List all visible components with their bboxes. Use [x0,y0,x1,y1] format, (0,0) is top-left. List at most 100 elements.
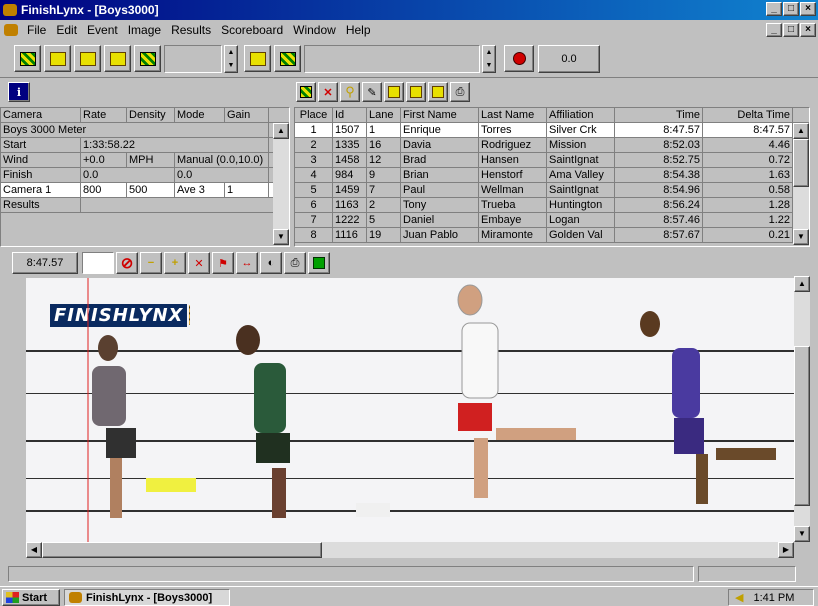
camera-grid-scrollbar[interactable]: ▲ ▼ [273,123,289,245]
scroll-left-button[interactable]: ◀ [26,542,42,558]
cell-delta-time: 0.72 [703,153,793,167]
cell-last-name: Rodriguez [479,138,547,152]
results-scrollbar[interactable]: ▲ ▼ [793,123,809,245]
camera-icon [279,51,296,66]
grid-icon [313,257,325,269]
menu-file[interactable]: File [22,23,51,37]
scroll-down-button[interactable]: ▼ [793,229,809,245]
menu-window[interactable]: Window [288,23,341,37]
wind-row[interactable]: Wind +0.0 MPH Manual (0.0,10.0) [1,153,289,168]
taskbar-finishlynx-button[interactable]: FinishLynx - [Boys3000] [64,589,230,606]
cell-time: 8:57.67 [615,228,703,242]
cell-first-name: Juan Pablo [401,228,479,242]
zoom-in-button[interactable]: + [164,252,186,274]
contrast-button[interactable]: ◐ [260,252,282,274]
scroll-down-button[interactable]: ▼ [794,526,810,542]
col-delta-time: Delta Time [703,108,793,122]
table-row[interactable]: 8 1116 19 Juan Pablo Miramonte Golden Val 8:57… [295,228,809,243]
menu-scoreboard[interactable]: Scoreboard [216,23,288,37]
speaker-icon[interactable]: ◀ [735,591,743,604]
image-vscrollbar[interactable]: ▲ ▼ [794,276,810,542]
res-delete-button[interactable]: ✕ [318,82,338,102]
wind-mode: Manual (0.0,10.0) [175,153,269,167]
camera1-row[interactable]: Camera 1 800 500 Ave 3 1 [1,183,289,198]
res-import-button[interactable] [384,82,404,102]
menu-edit[interactable]: Edit [51,23,82,37]
document-icon [4,24,18,36]
menu-event[interactable]: Event [82,23,123,37]
event-name-row[interactable]: Boys 3000 Meter [1,123,289,138]
start-row[interactable]: Start 1:33:58.22 [1,138,289,153]
table-row[interactable]: 3 1458 12 Brad Hansen SaintIgnat 8:52.75 0.72 [295,153,809,168]
res-list-button[interactable] [406,82,426,102]
res-search-button[interactable]: ⚲ [340,82,360,102]
table-row[interactable]: 2 1335 16 Davia Rodriguez Mission 8:52.03 4.46 [295,138,809,153]
res-print-button[interactable]: ⎙ [450,82,470,102]
camera-density: 500 [127,183,175,197]
close-button[interactable]: × [800,2,816,16]
col-mode: Mode [175,108,225,122]
camera-button[interactable] [274,45,301,72]
menu-image[interactable]: Image [123,23,166,37]
menu-help[interactable]: Help [341,23,376,37]
results-header: Place Id Lane First Name Last Name Affil… [295,108,809,123]
image-delete-button[interactable]: ✕ [188,252,210,274]
scroll-up-button[interactable]: ▲ [794,276,810,292]
cell-place: 4 [295,168,333,182]
finish-line-image[interactable]: FINISHLYNX [26,278,794,542]
col-first-name: First Name [401,108,479,122]
capture-button[interactable] [134,45,161,72]
stop-button[interactable] [504,45,534,72]
scroll-up-button[interactable]: ▲ [793,123,809,139]
col-place: Place [295,108,333,122]
value-spinner[interactable]: ▲ ▼ [482,45,496,73]
res-export-button[interactable] [428,82,448,102]
scroll-thumb[interactable] [42,542,322,558]
cell-time: 8:47.57 [615,123,703,137]
scroll-thumb[interactable] [793,139,809,187]
res-grid-button[interactable] [296,82,316,102]
cell-id: 1458 [333,153,367,167]
hairline-icon: ↔ [241,257,253,269]
image-print-button[interactable]: ⎙ [284,252,306,274]
image-marker-button[interactable]: ⚑ [212,252,234,274]
hairline-button[interactable]: ↔ [236,252,258,274]
image-time-input[interactable] [82,252,114,274]
scroll-down-button[interactable]: ▼ [273,229,289,245]
list-button[interactable] [74,45,101,72]
arm-button[interactable] [244,45,271,72]
event-spinner[interactable]: ▲ ▼ [224,45,238,73]
open-button[interactable] [44,45,71,72]
table-row[interactable]: 1 1507 1 Enrique Torres Silver Crk 8:47.57 8:47… [295,123,809,138]
results-row[interactable]: Results [1,198,289,213]
table-row[interactable]: 4 984 9 Brian Henstorf Ama Valley 8:54.38 1.63 [295,168,809,183]
zoom-out-button[interactable]: − [140,252,162,274]
finish-row[interactable]: Finish 0.0 0.0 [1,168,289,183]
doc-minimize-button[interactable]: _ [766,23,782,37]
export-button[interactable] [104,45,131,72]
minimize-button[interactable]: _ [766,2,782,16]
image-hscrollbar[interactable]: ◀ ▶ [26,542,794,558]
scroll-thumb[interactable] [794,346,810,506]
cell-affiliation: Mission [547,138,615,152]
menu-results[interactable]: Results [166,23,216,37]
scroll-up-button[interactable]: ▲ [273,123,289,139]
col-time: Time [615,108,703,122]
table-row[interactable]: 7 1222 5 Daniel Embaye Logan 8:57.46 1.22 [295,213,809,228]
image-stop-button[interactable]: ⊘ [116,252,138,274]
col-density: Density [127,108,175,122]
event-field[interactable] [164,45,222,73]
scroll-right-button[interactable]: ▶ [778,542,794,558]
doc-restore-button[interactable]: □ [783,23,799,37]
maximize-button[interactable]: □ [783,2,799,16]
doc-close-button[interactable]: × [800,23,816,37]
table-row[interactable]: 5 1459 7 Paul Wellman SaintIgnat 8:54.96 0.58 [295,183,809,198]
res-edit-button[interactable]: ✎ [362,82,382,102]
info-button[interactable]: i [8,82,30,102]
col-camera: Camera [1,108,81,122]
image-grid-button[interactable] [308,252,330,274]
table-row[interactable]: 6 1163 2 Tony Trueba Huntington 8:56.24 1.28 [295,198,809,213]
start-button[interactable]: Start [2,589,60,606]
windows-logo-icon [6,592,19,603]
grid-button[interactable] [14,45,41,72]
